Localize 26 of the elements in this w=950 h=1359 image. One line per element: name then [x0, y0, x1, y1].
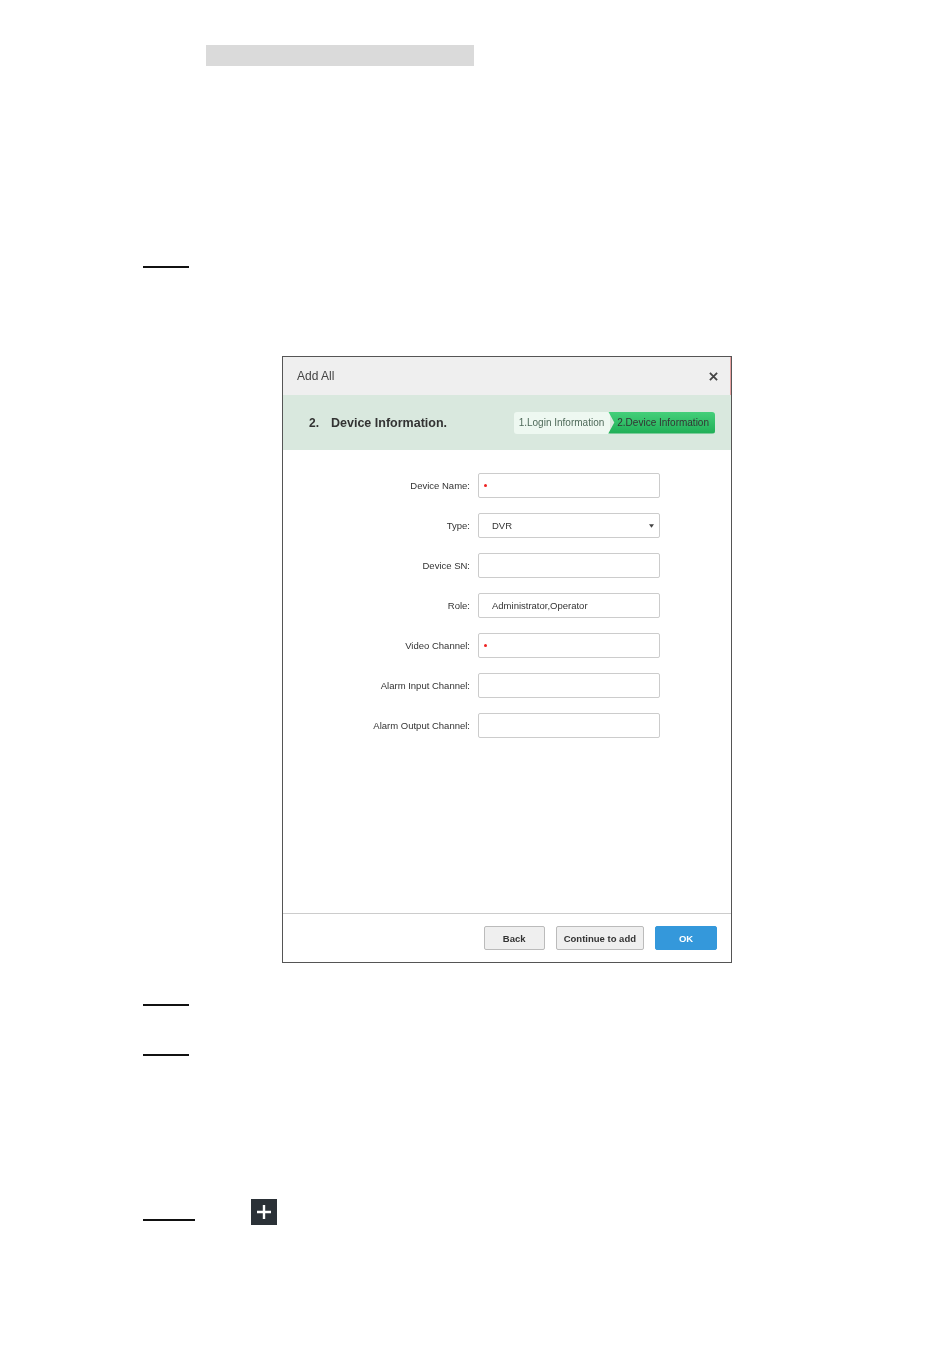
field-label: Type:	[445, 520, 470, 531]
field-label: Device Name:	[409, 480, 470, 491]
field-label: Role:	[446, 600, 470, 611]
input-field[interactable]	[478, 673, 660, 698]
wizard-step: 2.Device Information	[608, 411, 715, 434]
step-title: Device Information.	[331, 415, 448, 430]
add-icon	[251, 1199, 277, 1225]
dialog-title: Add All	[297, 369, 335, 383]
input-field[interactable]	[478, 713, 660, 738]
step-number: 2.	[309, 415, 319, 430]
dropdown-value: DVR	[492, 520, 514, 531]
field-label: Alarm Input Channel:	[379, 680, 470, 691]
field-value: Administrator,Operator	[492, 600, 589, 611]
caret-icon	[649, 523, 654, 528]
field-label: Video Channel:	[404, 640, 470, 651]
input-field[interactable]	[478, 633, 660, 658]
field-label: Device SN:	[421, 560, 470, 571]
input-field[interactable]: Administrator,Operator	[478, 593, 660, 618]
type-dropdown[interactable]: DVR	[478, 513, 660, 538]
wizard-step: 1.Login Information	[513, 411, 611, 434]
dialog-button[interactable]: Continue to add	[555, 926, 644, 950]
dialog-button[interactable]: Back	[483, 926, 545, 950]
close-icon[interactable]	[709, 371, 718, 381]
input-field[interactable]	[478, 473, 660, 498]
field-label: Alarm Output Channel:	[372, 720, 470, 731]
input-field[interactable]	[478, 553, 660, 578]
